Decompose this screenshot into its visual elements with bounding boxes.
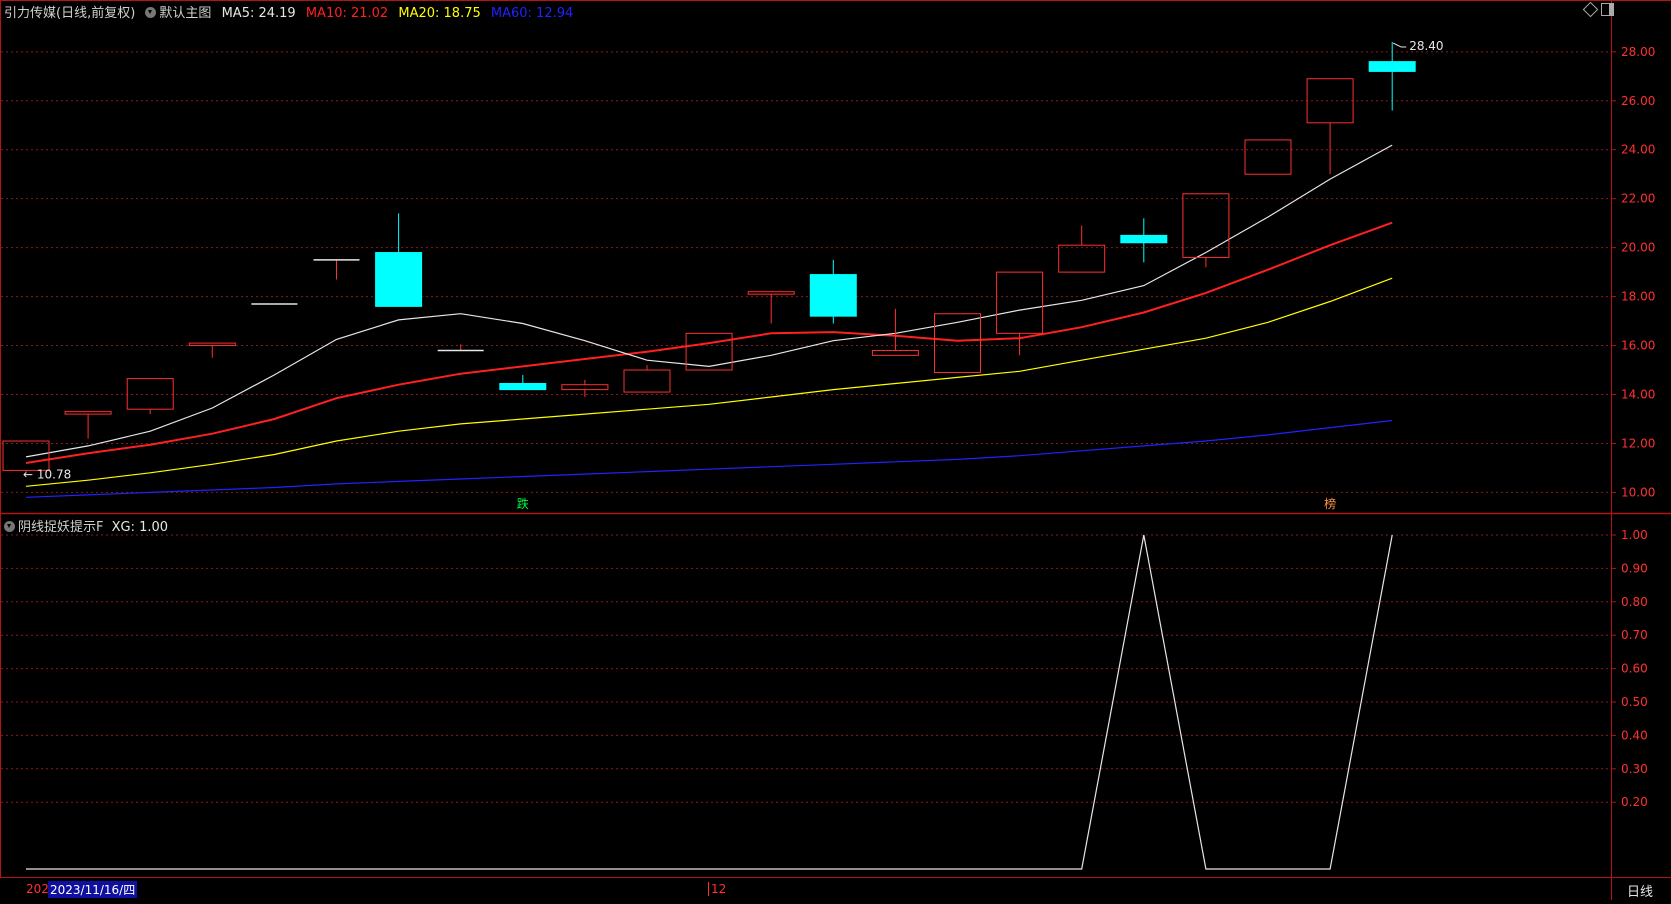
- main-y-tick-label: 18.00: [1621, 290, 1655, 304]
- candle: [1182, 193, 1230, 268]
- candle-body: [747, 291, 795, 295]
- candle-body: [1058, 244, 1106, 273]
- candle-body: [499, 382, 547, 391]
- candle: [375, 213, 423, 307]
- stock-title[interactable]: 引力传媒(日线,前复权): [4, 6, 135, 21]
- candle: [871, 308, 919, 356]
- candle-body: [64, 411, 112, 415]
- indicator-y-tick-label: 0.90: [1621, 561, 1648, 575]
- indicator-y-tick-label: 0.40: [1621, 728, 1648, 742]
- main-y-tick-label: 24.00: [1621, 143, 1655, 157]
- main-header: 引力传媒(日线,前复权) 默认主图 MA5: 24.19 MA10: 21.02…: [4, 2, 573, 21]
- candle-body: [809, 274, 857, 317]
- candle-body: [871, 349, 919, 356]
- indicator-y-tick-label: 0.30: [1621, 762, 1648, 776]
- moving-averages: [25, 144, 1393, 498]
- main-y-axis: 10.00 12.00 14.00 16.00 18.00 20.00 22.00 24.00…: [1611, 45, 1655, 499]
- indicator-y-tick-label: 0.80: [1621, 595, 1648, 609]
- candle: [1306, 78, 1354, 175]
- chart-svg[interactable]: 10.00 12.00 14.00 16.00 18.00 20.00 22.00 24.00…: [0, 0, 1671, 900]
- indicator-header: 阴线捉妖提示F XG: 1.00: [4, 516, 168, 535]
- candles: [2, 42, 1416, 474]
- indicator-y-tick-label: 0.60: [1621, 662, 1648, 676]
- candle: [1120, 218, 1168, 263]
- ma20-line: [25, 277, 1393, 487]
- candle: [1058, 225, 1106, 273]
- main-chart-label: 默认主图: [159, 6, 212, 21]
- ma5-line: [25, 144, 1393, 458]
- candle: [313, 259, 360, 280]
- chart-frame: [0, 0, 1671, 900]
- candle-body: [1244, 139, 1292, 175]
- die-marker: 跌: [517, 496, 529, 511]
- left-year-label: 202: [26, 882, 49, 896]
- candle: [809, 259, 857, 324]
- candle: [126, 378, 174, 415]
- main-y-tick-label: 10.00: [1621, 485, 1655, 499]
- main-y-tick-label: 26.00: [1621, 94, 1655, 108]
- bottom-bar: 202 2023/11/16/四 12 日线: [0, 880, 1671, 900]
- indicator-y-tick-label: 1.00: [1621, 528, 1648, 542]
- selected-date: 2023/11/16/四: [48, 881, 138, 898]
- chart-root: 10.00 12.00 14.00 16.00 18.00 20.00 22.00 24.00…: [0, 0, 1671, 900]
- main-y-tick-label: 28.00: [1621, 45, 1655, 59]
- indicator-y-axis: 0.20 0.30 0.40 0.50 0.60 0.70 0.80 0.90 1.00: [1611, 528, 1648, 809]
- low-price-marker: ← 10.78: [23, 467, 71, 481]
- candle: [499, 374, 547, 391]
- ma10-label: MA10: 21.02: [305, 6, 389, 21]
- candle-body: [623, 369, 671, 393]
- indicator-y-tick-label: 0.20: [1621, 795, 1648, 809]
- main-y-tick-label: 20.00: [1621, 241, 1655, 255]
- candle: [623, 365, 671, 393]
- ma5-label: MA5: 24.19: [221, 6, 296, 21]
- ma60-label: MA60: 12.94: [490, 6, 574, 21]
- candle-body: [126, 378, 174, 410]
- month-tick-label: 12: [708, 882, 726, 896]
- ma20-label: MA20: 18.75: [398, 6, 481, 21]
- high-marker-pointer: [1392, 42, 1407, 48]
- chevron-down-icon[interactable]: [4, 521, 15, 532]
- indicator-y-tick-label: 0.70: [1621, 628, 1648, 642]
- main-y-tick-label: 22.00: [1621, 192, 1655, 206]
- period-button[interactable]: 日线: [1627, 881, 1653, 900]
- candle: [64, 411, 112, 439]
- candle-body: [1120, 234, 1168, 244]
- candle-body: [2, 440, 50, 471]
- main-y-tick-label: 16.00: [1621, 339, 1655, 353]
- candle-body: [375, 252, 423, 307]
- bang-marker: 榜: [1324, 496, 1336, 511]
- chevron-down-icon[interactable]: [145, 7, 157, 18]
- candle-body: [996, 271, 1044, 334]
- indicator-value: XG: 1.00: [111, 520, 169, 535]
- candle: [1244, 139, 1292, 175]
- ma60-line: [25, 419, 1393, 498]
- main-chart-selector[interactable]: 默认主图: [145, 6, 215, 21]
- high-price-marker: 28.40: [1409, 39, 1443, 53]
- candle-body: [188, 342, 236, 347]
- indicator-y-tick-label: 0.50: [1621, 695, 1648, 709]
- main-y-tick-label: 14.00: [1621, 388, 1655, 402]
- indicator-label[interactable]: 阴线捉妖提示F: [18, 520, 103, 535]
- annotations: ← 10.78 28.40 跌 榜: [23, 39, 1444, 511]
- candle: [188, 342, 236, 358]
- indicator-grid: [1, 534, 1611, 803]
- main-y-tick-label: 12.00: [1621, 436, 1655, 450]
- window-toggle-icon[interactable]: [1601, 3, 1614, 16]
- candle-body: [561, 384, 609, 391]
- candle-body: [1368, 61, 1416, 72]
